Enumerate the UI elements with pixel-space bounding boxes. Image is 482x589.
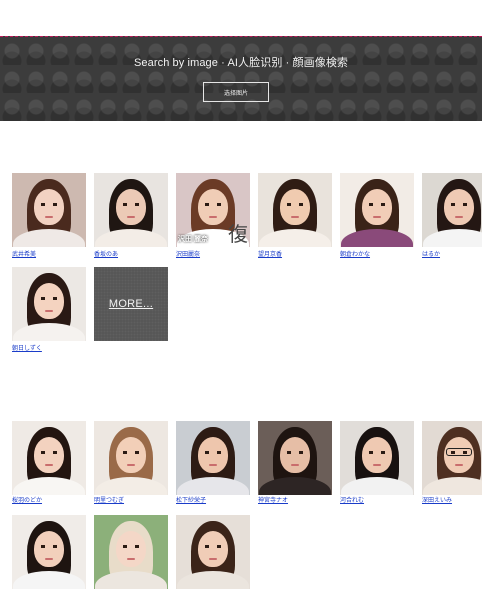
actress-name-link[interactable]: 河合れむ bbox=[340, 495, 364, 504]
photo-lips bbox=[291, 216, 299, 218]
actress-name-link[interactable]: 望月京香 bbox=[258, 249, 282, 258]
photo-eyes bbox=[287, 451, 303, 454]
photo-lips bbox=[127, 216, 135, 218]
photo-face bbox=[34, 283, 64, 319]
photo-lips bbox=[127, 464, 135, 466]
photo-face bbox=[362, 437, 392, 473]
photo-eyes bbox=[369, 203, 385, 206]
actress-name-link[interactable]: 武井希美 bbox=[12, 249, 36, 258]
actress-name-link[interactable]: 朝倉わかな bbox=[340, 249, 370, 258]
photo-lips bbox=[209, 464, 217, 466]
actress-photo[interactable]: 沢田 麗奈 復 bbox=[176, 173, 250, 247]
photo-face bbox=[280, 437, 310, 473]
photo-face bbox=[198, 531, 228, 567]
actress-photo[interactable] bbox=[12, 267, 86, 341]
photo-lips bbox=[455, 216, 463, 218]
photo-eyes bbox=[123, 545, 139, 548]
actress-photo[interactable] bbox=[176, 421, 250, 495]
photo-face bbox=[280, 189, 310, 225]
actress-name-link[interactable]: 桜羽のどか bbox=[12, 495, 42, 504]
photo-lips bbox=[209, 558, 217, 560]
photo-face bbox=[198, 189, 228, 225]
banner-title: Search by image · AI人脸识别 · 顔画像検索 bbox=[133, 57, 349, 69]
actress-name-link[interactable]: 深田えいみ bbox=[422, 495, 452, 504]
actress-name-link[interactable]: 香坂のあ bbox=[94, 249, 118, 258]
cover-name-text: 沢田 麗奈 bbox=[178, 236, 208, 243]
photo-eyes bbox=[41, 545, 57, 548]
actress-name-link[interactable]: 朝日しずく bbox=[12, 343, 42, 352]
photo-eyes bbox=[451, 203, 467, 206]
photo-eyes bbox=[41, 203, 57, 206]
actress-photo[interactable] bbox=[94, 421, 168, 495]
photo-eyes bbox=[41, 297, 57, 300]
actress-name-link[interactable]: 松下紗栄子 bbox=[176, 495, 206, 504]
photo-eyes bbox=[123, 203, 139, 206]
photo-lips bbox=[45, 558, 53, 560]
photo-lips bbox=[45, 310, 53, 312]
banner-face-mosaic bbox=[0, 37, 482, 121]
photo-face bbox=[362, 189, 392, 225]
photo-eyes bbox=[205, 203, 221, 206]
actress-name-link[interactable]: 神宮寺ナオ bbox=[258, 495, 288, 504]
photo-eyes bbox=[369, 451, 385, 454]
photo-lips bbox=[127, 558, 135, 560]
photo-eyes bbox=[205, 545, 221, 548]
actress-photo[interactable] bbox=[176, 515, 250, 589]
actress-photo[interactable] bbox=[422, 173, 482, 247]
actress-photo[interactable] bbox=[258, 421, 332, 495]
photo-lips bbox=[45, 216, 53, 218]
search-banner bbox=[0, 36, 482, 121]
actress-photo[interactable] bbox=[340, 421, 414, 495]
photo-face bbox=[198, 437, 228, 473]
photo-face bbox=[116, 531, 146, 567]
photo-face bbox=[34, 189, 64, 225]
photo-face bbox=[116, 189, 146, 225]
choose-image-button[interactable]: 选择图片 bbox=[203, 82, 269, 102]
photo-lips bbox=[45, 464, 53, 466]
photo-lips bbox=[209, 216, 217, 218]
more-label: MORE... bbox=[108, 298, 154, 310]
photo-eyes bbox=[287, 203, 303, 206]
actress-photo[interactable] bbox=[94, 515, 168, 589]
actress-photo[interactable] bbox=[12, 421, 86, 495]
photo-face bbox=[444, 189, 474, 225]
photo-lips bbox=[455, 464, 463, 466]
photo-eyes bbox=[205, 451, 221, 454]
cover-kanji: 復 bbox=[228, 222, 248, 246]
photo-lips bbox=[373, 216, 381, 218]
photo-lips bbox=[373, 464, 381, 466]
actress-photo[interactable] bbox=[12, 515, 86, 589]
photo-face bbox=[34, 531, 64, 567]
more-button[interactable]: MORE... bbox=[94, 267, 168, 341]
actress-photo[interactable] bbox=[258, 173, 332, 247]
photo-eyes bbox=[41, 451, 57, 454]
actress-name-link[interactable]: 沢田麗奈 bbox=[176, 249, 200, 258]
actress-photo[interactable] bbox=[12, 173, 86, 247]
photo-glasses bbox=[446, 448, 472, 456]
actress-name-link[interactable]: 明里つむぎ bbox=[94, 495, 124, 504]
actress-photo[interactable] bbox=[340, 173, 414, 247]
photo-face bbox=[34, 437, 64, 473]
photo-face bbox=[116, 437, 146, 473]
actress-photo[interactable] bbox=[94, 173, 168, 247]
actress-name-link[interactable]: はるか bbox=[422, 249, 440, 258]
actress-photo[interactable] bbox=[422, 421, 482, 495]
photo-lips bbox=[291, 464, 299, 466]
photo-eyes bbox=[123, 451, 139, 454]
